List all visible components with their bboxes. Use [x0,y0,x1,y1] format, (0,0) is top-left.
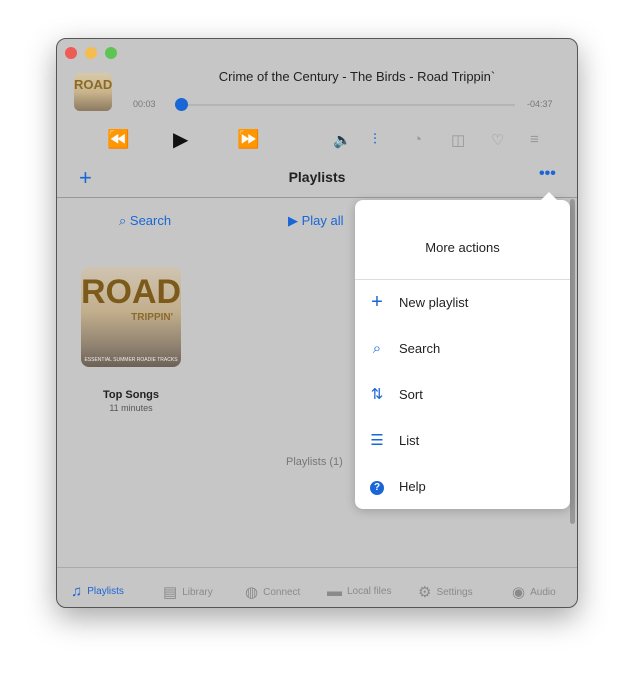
remaining-time: -04:37 [527,99,553,109]
menu-item-help[interactable]: ? Help [355,463,570,509]
close-window-button[interactable] [65,47,77,59]
search-icon: ⌕ [372,339,382,357]
equalizer-icon[interactable]: ⫶ [373,131,377,148]
volume-icon[interactable]: 🔈 [333,131,352,149]
popover-arrow [540,192,558,201]
tab-local-files[interactable]: ▬ Local files [327,583,391,600]
more-actions-button[interactable]: ••• [539,165,556,183]
gear-icon: ⚙ [418,584,432,601]
play-icon[interactable]: ▶ [173,127,188,152]
divider [57,197,577,198]
menu-item-search[interactable]: ⌕ Search [355,325,570,371]
globe-icon: ◍ [245,584,259,601]
plus-icon: + [371,290,383,313]
minimize-window-button[interactable] [85,47,97,59]
search-button[interactable]: ⌕ Search [119,213,171,229]
search-icon: ⌕ [119,213,130,228]
popover-title: More actions [425,240,500,255]
play-circle-icon: ◉ [512,584,526,601]
tab-settings[interactable]: ⚙ Settings [418,583,473,601]
tab-audio[interactable]: ◉ Audio [512,583,556,601]
album-art[interactable]: ROAD [74,73,112,111]
tab-bar-divider [57,567,577,568]
progress-knob[interactable] [175,98,188,111]
tab-playlists[interactable]: ♫ Playlists [71,583,124,600]
progress-slider[interactable] [177,104,515,106]
play-circle-icon: ▶ [288,213,302,228]
playlist-cover[interactable]: ROAD TRIPPIN' ESSENTIAL SUMMER ROADIE TR… [81,267,181,367]
playlist-count: Playlists (1) [286,456,343,468]
play-all-button[interactable]: ▶ Play all [288,213,344,229]
playlist-icon: ♫ [71,583,83,600]
playlist-duration: 11 minutes [109,403,153,413]
page-title: Playlists [288,169,346,185]
zoom-window-button[interactable] [105,47,117,59]
split-view-icon[interactable]: ◫ [451,131,465,149]
menu-item-sort[interactable]: ⇅ Sort [355,371,570,417]
more-actions-popover: More actions + New playlist ⌕ Search ⇅ Sort… [355,192,570,509]
menu-item-list[interactable]: ☰ List [355,417,570,463]
rewind-icon[interactable]: ⏪ [107,129,129,150]
library-icon: ▤ [163,584,178,601]
menu-item-new-playlist[interactable]: + New playlist [355,279,570,325]
folder-icon: ▬ [327,583,342,600]
sort-icon: ⇅ [370,386,384,403]
elapsed-time: 00:03 [133,99,156,109]
tab-connect[interactable]: ◍ Connect [245,583,300,601]
heart-icon[interactable]: ♡ [491,131,504,149]
track-title: Crime of the Century - The Birds - Road … [218,69,496,84]
fast-forward-icon[interactable]: ⏩ [237,129,259,150]
tab-library[interactable]: ▤ Library [163,583,213,601]
playlist-name[interactable]: Top Songs [81,389,181,401]
help-icon: ? [355,477,399,495]
menu-icon[interactable]: ≡ [530,131,539,148]
speed-gauge-icon[interactable]: ◔ [413,131,422,148]
scrollbar[interactable] [570,199,575,524]
list-icon: ☰ [370,432,384,449]
